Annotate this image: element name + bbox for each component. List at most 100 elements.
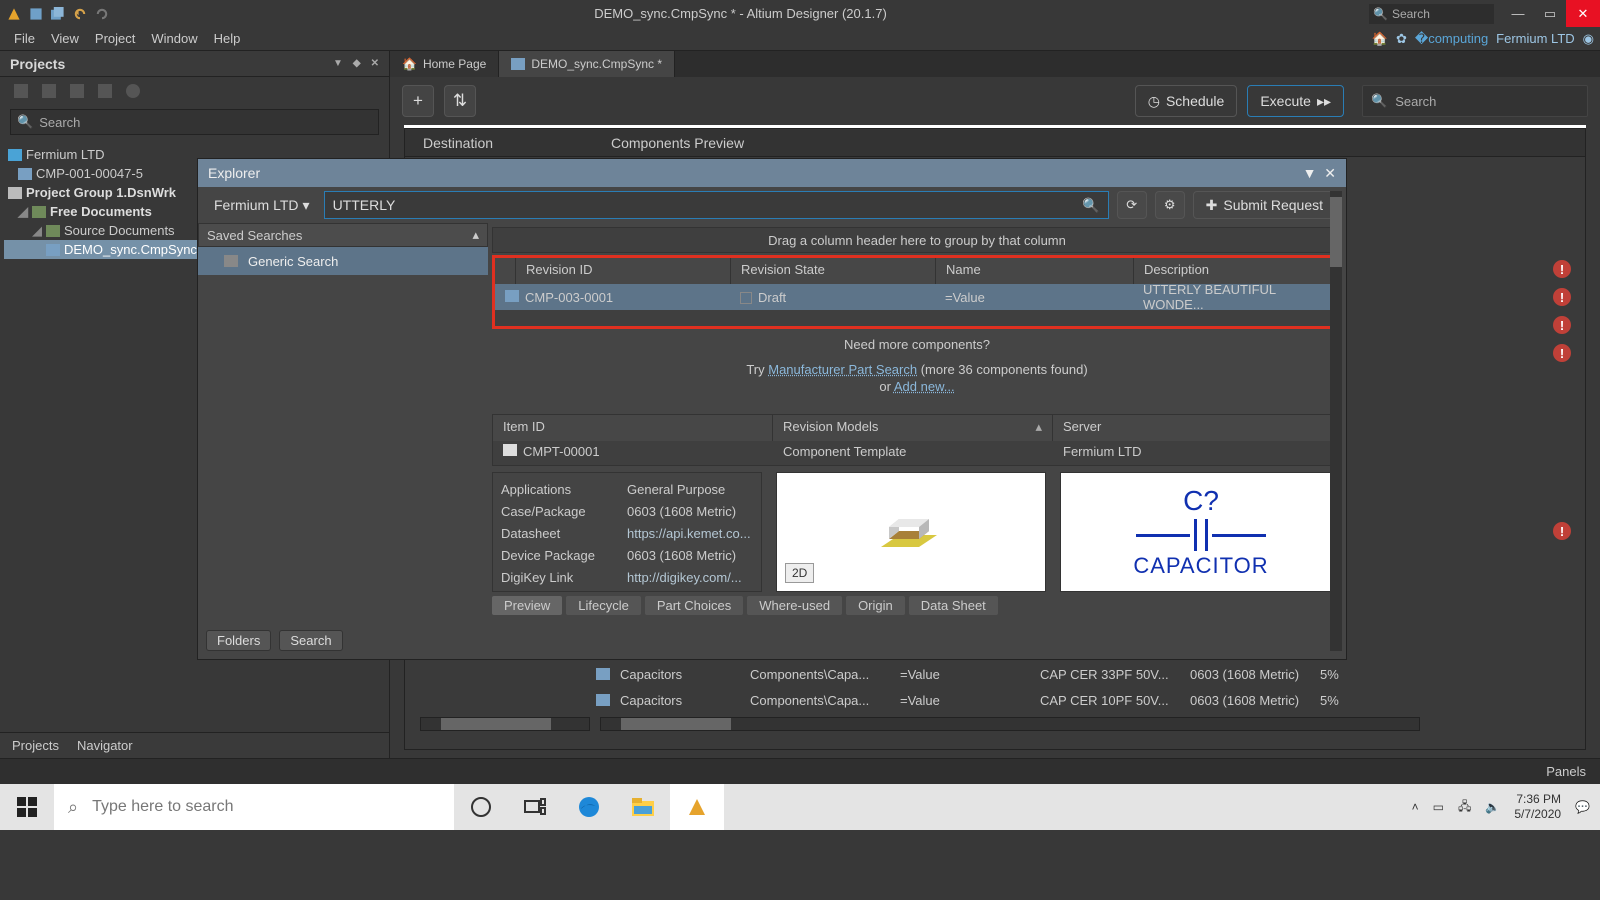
results-grid: Revision ID Revision State Name Descript… <box>492 255 1342 329</box>
avatar-icon[interactable]: ◉ <box>1583 31 1594 47</box>
sync-button[interactable]: ⇅ <box>444 85 476 117</box>
projects-search[interactable]: 🔍 Search <box>10 109 379 135</box>
col-header[interactable]: Server <box>1053 415 1341 441</box>
altium-icon[interactable] <box>670 784 724 830</box>
schedule-button[interactable]: ◷Schedule <box>1135 85 1238 117</box>
minimize-button[interactable]: — <box>1502 0 1534 27</box>
search-tab[interactable]: Search <box>279 630 342 651</box>
edge-icon[interactable] <box>562 784 616 830</box>
gear-icon[interactable]: ⚙ <box>1155 191 1185 219</box>
close-button[interactable]: ✕ <box>1566 0 1600 27</box>
menu-window[interactable]: Window <box>143 29 205 48</box>
submit-request-button[interactable]: ✚Submit Request <box>1193 191 1336 219</box>
table-row[interactable]: CMPT-00001 Component Template Fermium LT… <box>493 441 1341 465</box>
error-icon[interactable]: ! <box>1553 316 1571 334</box>
grid-header[interactable]: Item ID Revision Models ▴ Server <box>493 415 1341 441</box>
error-icon[interactable]: ! <box>1553 260 1571 278</box>
mps-link[interactable]: Manufacturer Part Search <box>768 362 917 377</box>
main-search[interactable]: 🔍Search <box>1362 85 1588 117</box>
toolbar-icon[interactable] <box>14 84 28 98</box>
search-icon[interactable]: 🔍 <box>1082 197 1099 214</box>
toolbar-icon[interactable] <box>70 84 84 98</box>
taskbar-search[interactable]: ⌕ Type here to search <box>54 784 454 830</box>
panel-menu-icon[interactable]: ▼ <box>333 58 343 69</box>
col-header[interactable]: Revision State <box>731 258 936 284</box>
scrollbar-vertical[interactable] <box>1330 191 1342 651</box>
col-header[interactable]: Revision ID <box>516 258 731 284</box>
file-explorer-icon[interactable] <box>616 784 670 830</box>
cortana-icon[interactable] <box>454 784 508 830</box>
redo-icon[interactable] <box>92 4 112 24</box>
workspace-label[interactable]: Fermium LTD <box>1496 31 1574 46</box>
maximize-button[interactable]: ▭ <box>1534 0 1566 27</box>
explorer-search[interactable]: UTTERLY 🔍 <box>324 191 1109 219</box>
tab-datasheet[interactable]: Data Sheet <box>909 596 998 615</box>
panel-close-icon[interactable]: ✕ <box>371 58 379 69</box>
preview-3d[interactable]: 2D <box>776 472 1046 592</box>
home-icon[interactable]: 🏠 <box>1372 31 1388 47</box>
menu-help[interactable]: Help <box>206 29 249 48</box>
tab-where-used[interactable]: Where-used <box>747 596 842 615</box>
panel-menu-icon[interactable]: ▼ <box>1303 165 1317 181</box>
col-header[interactable]: Revision Models <box>783 419 878 434</box>
error-icon[interactable]: ! <box>1553 288 1571 306</box>
col-header[interactable]: Description <box>1134 258 1339 284</box>
footer-tab-navigator[interactable]: Navigator <box>77 738 133 753</box>
task-view-icon[interactable] <box>508 784 562 830</box>
footer-tab-projects[interactable]: Projects <box>12 738 59 753</box>
schematic-symbol[interactable]: C? CAPACITOR <box>1060 472 1342 592</box>
table-row[interactable]: Capacitors Components\Capa... =Value CAP… <box>596 661 1416 687</box>
close-icon[interactable]: ✕ <box>1324 165 1336 181</box>
menu-view[interactable]: View <box>43 29 87 48</box>
tab-origin[interactable]: Origin <box>846 596 905 615</box>
prop-link[interactable]: http://digikey.com/... <box>627 567 742 589</box>
grid-row-selected[interactable]: CMP-003-0001 Draft =Value UTTERLY BEAUTI… <box>495 284 1339 310</box>
menu-project[interactable]: Project <box>87 29 143 48</box>
sort-asc-icon[interactable]: ▴ <box>1035 419 1042 435</box>
gear-icon[interactable] <box>126 84 140 98</box>
save-all-icon[interactable] <box>48 4 68 24</box>
grid-header[interactable]: Revision ID Revision State Name Descript… <box>495 258 1339 284</box>
tab-cmpsync[interactable]: DEMO_sync.CmpSync * <box>499 51 675 77</box>
col-header[interactable]: Item ID <box>493 415 773 441</box>
panels-button[interactable]: Panels <box>1546 764 1586 779</box>
start-button[interactable] <box>0 784 54 830</box>
folders-tab[interactable]: Folders <box>206 630 271 651</box>
panel-pin-icon[interactable]: ◆ <box>353 58 361 69</box>
saved-searches-header[interactable]: Saved Searches▴ <box>198 223 488 247</box>
tab-part-choices[interactable]: Part Choices <box>645 596 743 615</box>
execute-button[interactable]: Execute▸▸ <box>1247 85 1344 117</box>
refresh-button[interactable]: ⟳ <box>1117 191 1147 219</box>
col-header[interactable]: Name <box>936 258 1134 284</box>
scrollbar-horizontal[interactable] <box>420 717 590 731</box>
undo-icon[interactable] <box>70 4 90 24</box>
title-search[interactable]: 🔍 Search <box>1369 4 1494 24</box>
menu-file[interactable]: File <box>6 29 43 48</box>
workspace-dropdown[interactable]: Fermium LTD▾ <box>208 197 316 214</box>
toolbar-icon[interactable] <box>98 84 112 98</box>
tab-preview[interactable]: Preview <box>492 596 562 615</box>
cloud-icon[interactable]: �computing <box>1415 31 1488 47</box>
explorer-title-bar[interactable]: Explorer ▼ ✕ <box>198 159 1346 187</box>
plus-icon: ✚ <box>1206 197 1218 214</box>
clock[interactable]: 7:36 PM 5/7/2020 <box>1514 792 1561 822</box>
add-new-link[interactable]: Add new... <box>894 379 955 394</box>
tab-lifecycle[interactable]: Lifecycle <box>566 596 641 615</box>
error-icon[interactable]: ! <box>1553 522 1571 540</box>
saved-search-item[interactable]: Generic Search <box>198 247 488 275</box>
network-icon[interactable]: 🖧 <box>1458 797 1471 818</box>
toolbar-icon[interactable] <box>42 84 56 98</box>
tab-home[interactable]: 🏠Home Page <box>390 51 499 77</box>
battery-icon[interactable]: ▭ <box>1433 800 1444 814</box>
volume-icon[interactable]: 🔈 <box>1485 800 1500 814</box>
notifications-icon[interactable]: 💬 <box>1575 800 1590 814</box>
table-row[interactable]: Capacitors Components\Capa... =Value CAP… <box>596 687 1416 713</box>
save-icon[interactable] <box>26 4 46 24</box>
error-icon[interactable]: ! <box>1553 344 1571 362</box>
prop-link[interactable]: https://api.kemet.co... <box>627 523 751 545</box>
tray-chevron-icon[interactable]: ˄ <box>1412 800 1419 814</box>
preview-mode-tag[interactable]: 2D <box>785 563 814 583</box>
gear-icon[interactable]: ✿ <box>1396 31 1407 47</box>
scrollbar-horizontal[interactable] <box>600 717 1420 731</box>
add-button[interactable]: + <box>402 85 434 117</box>
